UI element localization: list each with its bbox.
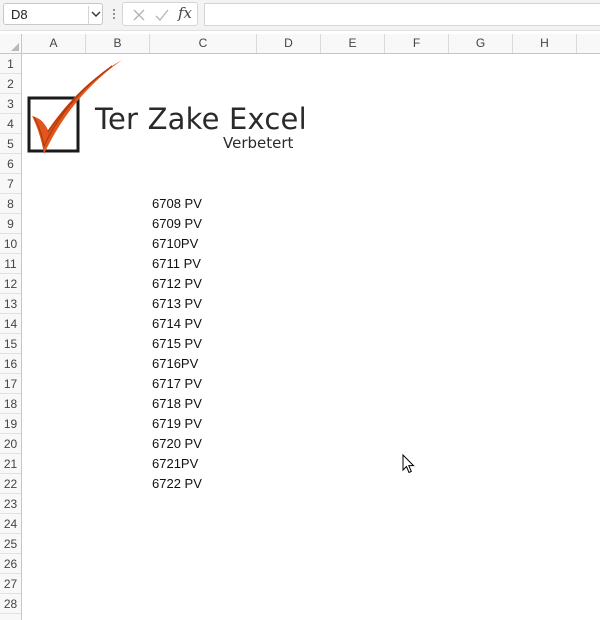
enter-check-icon[interactable]	[154, 7, 170, 23]
cell-c13[interactable]: 6713 PV	[152, 294, 202, 314]
mouse-pointer-icon	[402, 454, 415, 474]
cell-c10[interactable]: 6710PV	[152, 234, 198, 254]
name-box-divider	[88, 6, 89, 24]
cancel-icon[interactable]	[131, 7, 147, 23]
row-header-column: 1 2 3 4 5 6 7 8 9 10 11 12 13 14 15 16 1…	[0, 54, 22, 620]
row-header[interactable]: 18	[0, 394, 21, 414]
column-header-c[interactable]: C	[150, 34, 257, 53]
column-header-a[interactable]: A	[22, 34, 86, 53]
column-header-f[interactable]: F	[385, 34, 449, 53]
row-header[interactable]: 19	[0, 414, 21, 434]
row-header[interactable]: 17	[0, 374, 21, 394]
row-header[interactable]: 4	[0, 114, 21, 134]
logo: Ter Zake Excel Verbetert	[26, 58, 307, 162]
cell-c14[interactable]: 6714 PV	[152, 314, 202, 334]
row-header[interactable]: 14	[0, 314, 21, 334]
cell-c8[interactable]: 6708 PV	[152, 194, 202, 214]
row-header[interactable]: 9	[0, 214, 21, 234]
cell-c22[interactable]: 6722 PV	[152, 474, 202, 494]
row-header[interactable]: 13	[0, 294, 21, 314]
select-all-icon	[11, 43, 19, 51]
column-header-b[interactable]: B	[86, 34, 150, 53]
row-header[interactable]: 5	[0, 134, 21, 154]
row-header[interactable]: 25	[0, 534, 21, 554]
cell-c11[interactable]: 6711 PV	[152, 254, 201, 274]
formula-input[interactable]	[204, 3, 600, 26]
row-header[interactable]: 8	[0, 194, 21, 214]
row-header[interactable]: 16	[0, 354, 21, 374]
column-header-e[interactable]: E	[321, 34, 385, 53]
row-header[interactable]: 12	[0, 274, 21, 294]
logo-subtitle: Verbetert	[223, 134, 294, 152]
row-header[interactable]: 26	[0, 554, 21, 574]
row-header[interactable]: 27	[0, 574, 21, 594]
column-header-row: A B C D E F G H	[0, 34, 600, 54]
cell-c17[interactable]: 6717 PV	[152, 374, 202, 394]
row-header[interactable]: 7	[0, 174, 21, 194]
cell-c9[interactable]: 6709 PV	[152, 214, 202, 234]
select-all-corner[interactable]	[0, 34, 22, 54]
row-header[interactable]: 3	[0, 94, 21, 114]
row-header[interactable]: 11	[0, 254, 21, 274]
cell-c12[interactable]: 6712 PV	[152, 274, 202, 294]
cell-c21[interactable]: 6721PV	[152, 454, 198, 474]
cell-c16[interactable]: 6716PV	[152, 354, 198, 374]
name-box-value: D8	[11, 7, 28, 22]
cell-c19[interactable]: 6719 PV	[152, 414, 202, 434]
row-header[interactable]: 23	[0, 494, 21, 514]
row-header[interactable]: 24	[0, 514, 21, 534]
row-header[interactable]: 10	[0, 234, 21, 254]
chevron-down-icon[interactable]	[90, 6, 102, 23]
row-header[interactable]: 6	[0, 154, 21, 174]
column-header-g[interactable]: G	[449, 34, 513, 53]
insert-function-button[interactable]: fx	[178, 4, 196, 24]
row-header[interactable]: 22	[0, 474, 21, 494]
row-header[interactable]: 15	[0, 334, 21, 354]
name-box[interactable]: D8	[3, 3, 103, 25]
row-header[interactable]: 28	[0, 594, 21, 614]
row-header[interactable]: 21	[0, 454, 21, 474]
cell-c20[interactable]: 6720 PV	[152, 434, 202, 454]
more-options-icon[interactable]	[111, 5, 117, 23]
column-header-d[interactable]: D	[257, 34, 321, 53]
logo-title: Ter Zake Excel	[95, 102, 307, 136]
cell-c15[interactable]: 6715 PV	[152, 334, 202, 354]
row-header[interactable]: 1	[0, 54, 21, 74]
formula-bar: D8 fx	[0, 0, 600, 31]
column-header-h[interactable]: H	[513, 34, 577, 53]
cell-c18[interactable]: 6718 PV	[152, 394, 202, 414]
row-header[interactable]: 20	[0, 434, 21, 454]
formula-buttons: fx	[122, 2, 198, 26]
row-header[interactable]: 2	[0, 74, 21, 94]
